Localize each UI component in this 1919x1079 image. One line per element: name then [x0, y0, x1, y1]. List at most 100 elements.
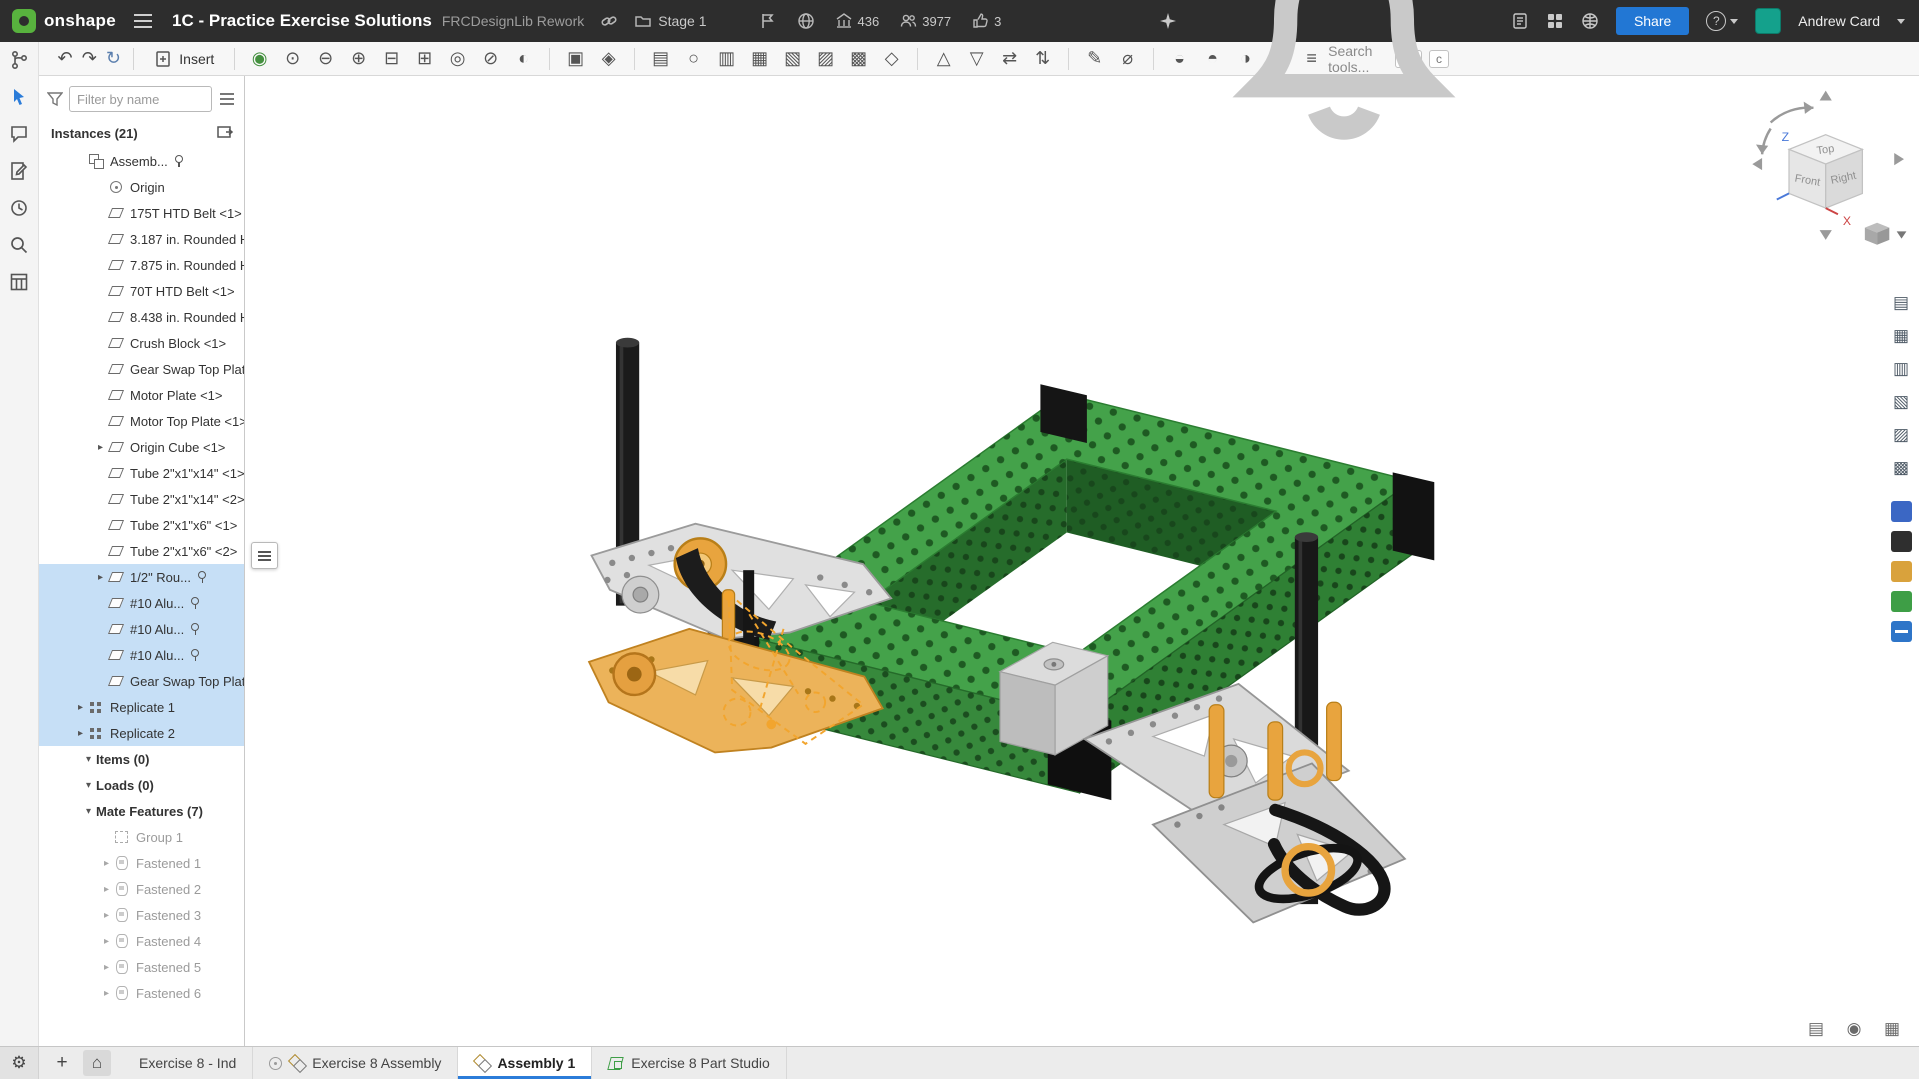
expand-chevron-icon[interactable]: ▸: [99, 858, 114, 869]
expand-chevron-icon[interactable]: ▸: [73, 702, 88, 713]
cylindrical-mate-icon[interactable]: ◎: [441, 45, 474, 73]
replicate-icon[interactable]: ▦: [743, 45, 776, 73]
redo-button[interactable]: ↷: [77, 45, 101, 73]
integration-app-3-icon[interactable]: [1891, 561, 1912, 582]
dimension-icon[interactable]: ⌀: [1111, 45, 1144, 73]
sheet-metal-icon[interactable]: ◇: [875, 45, 908, 73]
avatar[interactable]: [1755, 8, 1781, 34]
home-tab-button[interactable]: ⌂: [83, 1050, 111, 1076]
document-tab[interactable]: Assembly 1: [458, 1047, 592, 1079]
tree-row[interactable]: 70T HTD Belt <1>: [39, 278, 244, 304]
user-menu-chevron-icon[interactable]: [1897, 19, 1905, 24]
expand-chevron-icon[interactable]: ▸: [99, 910, 114, 921]
tree-row[interactable]: Gear Swap Top Plate ...: [39, 356, 244, 382]
snap-mode-icon[interactable]: ◉: [243, 45, 276, 73]
notifications-button[interactable]: [1194, 0, 1494, 174]
likes-stat[interactable]: 3: [971, 12, 1001, 30]
sep-1[interactable]: [549, 48, 550, 70]
parts-list-panel-icon[interactable]: ▤: [1889, 291, 1913, 315]
tree-row[interactable]: Crush Block <1>: [39, 330, 244, 356]
render-layers-icon[interactable]: ▤: [1803, 1016, 1829, 1042]
undo-button[interactable]: ↶: [53, 45, 77, 73]
viewport-3d[interactable]: Top Front Right Z X: [245, 76, 1919, 1046]
collapse-panel-icon[interactable]: [216, 124, 234, 142]
expand-chevron-icon[interactable]: ▾: [81, 754, 96, 765]
rollback-button[interactable]: ↻: [101, 45, 125, 73]
integration-app-1-icon[interactable]: [1891, 501, 1912, 522]
globe-icon[interactable]: [797, 12, 815, 30]
tree-row[interactable]: ▸ Fastened 1: [39, 850, 244, 876]
tree-row[interactable]: 3.187 in. Rounded Hex...: [39, 226, 244, 252]
tree-row[interactable]: ▸ Fastened 4: [39, 928, 244, 954]
circular-pattern-icon[interactable]: ○: [677, 45, 710, 73]
pin-slot-mate-icon[interactable]: ⊘: [474, 45, 507, 73]
edit-document-icon[interactable]: [9, 161, 29, 181]
sparkle-icon[interactable]: [1159, 12, 1177, 30]
integration-app-5-icon[interactable]: [1891, 621, 1912, 642]
ball-mate-icon[interactable]: ◐: [507, 45, 540, 73]
document-tab[interactable]: Exercise 8 Part Studio: [592, 1047, 787, 1079]
apps-grid-icon[interactable]: [1546, 12, 1564, 30]
mate-list-panel-icon[interactable]: ▥: [1889, 357, 1913, 381]
expand-chevron-icon[interactable]: ▾: [81, 806, 96, 817]
history-icon[interactable]: [9, 198, 29, 218]
integration-app-2-icon[interactable]: [1891, 531, 1912, 552]
insert-button[interactable]: Insert: [142, 45, 226, 73]
section-view-icon[interactable]: ⇅: [1026, 45, 1059, 73]
report-icon[interactable]: [1511, 12, 1529, 30]
appearance-panel-icon[interactable]: ▦: [1889, 324, 1913, 348]
expand-chevron-icon[interactable]: ▸: [99, 988, 114, 999]
rotate-down-arrow[interactable]: [1820, 230, 1832, 240]
group-icon[interactable]: ▣: [559, 45, 592, 73]
network-icon[interactable]: [1581, 12, 1599, 30]
tree-row[interactable]: ▸ Fastened 2: [39, 876, 244, 902]
help-button[interactable]: ?: [1706, 11, 1738, 31]
assembly-scene[interactable]: Top Front Right Z X: [245, 76, 1919, 1046]
flag-icon[interactable]: [759, 12, 777, 30]
mate-icon[interactable]: ⊙: [276, 45, 309, 73]
planar-mate-icon[interactable]: ⊞: [408, 45, 441, 73]
tree-row[interactable]: 8.438 in. Rounded Hex...: [39, 304, 244, 330]
branch-icon[interactable]: [9, 50, 29, 70]
expand-chevron-icon[interactable]: ▸: [99, 962, 114, 973]
display-states-icon[interactable]: ▩: [842, 45, 875, 73]
tree-row[interactable]: ▸ Replicate 1: [39, 694, 244, 720]
document-tab[interactable]: Exercise 8 - Ind: [123, 1047, 253, 1079]
section-panel-icon[interactable]: ▩: [1889, 456, 1913, 480]
tree-row[interactable]: ▸ Fastened 3: [39, 902, 244, 928]
copies-stat[interactable]: 3977: [899, 12, 951, 30]
sep-5[interactable]: [1153, 48, 1154, 70]
expand-chevron-icon[interactable]: ▾: [81, 780, 96, 791]
mirror-icon[interactable]: ▥: [710, 45, 743, 73]
add-tab-button[interactable]: +: [47, 1050, 77, 1076]
tree-row[interactable]: Gear Swap Top Plate ...: [39, 668, 244, 694]
explode-icon[interactable]: ▧: [776, 45, 809, 73]
tree-row[interactable]: 175T HTD Belt <1>: [39, 200, 244, 226]
tree-row[interactable]: ▸ 1/2" Rou...: [39, 564, 244, 590]
expand-chevron-icon[interactable]: ▸: [93, 572, 108, 583]
configuration-panel-icon[interactable]: ▧: [1889, 390, 1913, 414]
interference-icon[interactable]: ⇄: [993, 45, 1026, 73]
manage-tabs-button[interactable]: ⚙: [0, 1047, 39, 1079]
measure-icon[interactable]: △: [927, 45, 960, 73]
turntable-icon[interactable]: ◉: [1841, 1016, 1867, 1042]
tree-row[interactable]: ▸ Replicate 2: [39, 720, 244, 746]
tree-row[interactable]: Tube 2"x1"x14" <2>: [39, 486, 244, 512]
tree-row[interactable]: Tube 2"x1"x14" <1>: [39, 460, 244, 486]
slider-mate-icon[interactable]: ⊟: [375, 45, 408, 73]
expand-chevron-icon[interactable]: ▸: [93, 442, 108, 453]
tree-row[interactable]: Group 1: [39, 824, 244, 850]
tree-row[interactable]: #10 Alu...: [39, 590, 244, 616]
expand-chevron-icon[interactable]: ▸: [99, 884, 114, 895]
linear-pattern-icon[interactable]: ▤: [644, 45, 677, 73]
org-stat[interactable]: 436: [835, 12, 880, 30]
sep-3[interactable]: [917, 48, 918, 70]
named-positions-icon[interactable]: ▨: [809, 45, 842, 73]
expand-chevron-icon[interactable]: ▸: [73, 728, 88, 739]
tree-row[interactable]: ▾ Mate Features (7): [39, 798, 244, 824]
tree-row[interactable]: #10 Alu...: [39, 616, 244, 642]
hamburger-icon[interactable]: [134, 14, 152, 28]
document-tab[interactable]: Exercise 8 Assembly: [253, 1047, 458, 1079]
tree-row[interactable]: Tube 2"x1"x6" <1>: [39, 512, 244, 538]
sep-2[interactable]: [634, 48, 635, 70]
